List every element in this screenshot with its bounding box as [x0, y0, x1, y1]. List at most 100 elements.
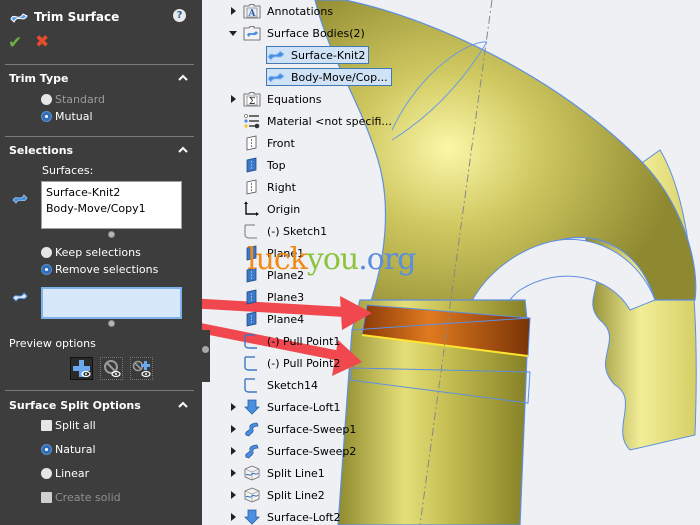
- tree-item[interactable]: Split Line2: [243, 486, 325, 504]
- tree-item[interactable]: Sketch14: [243, 376, 318, 394]
- expand-triangle-right-icon[interactable]: [231, 469, 236, 477]
- tree-item[interactable]: (-) Pull Point1: [243, 332, 340, 350]
- split-line-icon: [243, 465, 261, 481]
- expand-triangle-right-icon[interactable]: [231, 425, 236, 433]
- equations-folder-icon: Σ: [243, 91, 261, 107]
- checkbox[interactable]: [41, 420, 52, 431]
- pieces-selection-box[interactable]: [41, 287, 182, 319]
- plus-eye-icon: [73, 360, 91, 378]
- checkbox-create-solid[interactable]: Create solid: [41, 491, 121, 504]
- tree-item[interactable]: Material <not specifi...: [243, 112, 392, 130]
- chevron-up-icon[interactable]: [178, 400, 188, 410]
- list-item[interactable]: Body-Move/Copy1: [46, 201, 177, 217]
- show-excluded-surfaces-button[interactable]: [100, 357, 123, 380]
- surfaces-listbox[interactable]: Surface-Knit2 Body-Move/Copy1: [41, 181, 182, 229]
- help-icon[interactable]: ?: [173, 9, 186, 22]
- tree-item[interactable]: (-) Sketch1: [243, 222, 327, 240]
- svg-text:A: A: [248, 9, 257, 19]
- sketch-icon: [243, 223, 261, 239]
- show-included-excluded-button[interactable]: [130, 357, 153, 380]
- plane-icon: [243, 179, 261, 195]
- resize-handle[interactable]: [108, 231, 115, 238]
- tree-item-label: Split Line2: [267, 488, 325, 502]
- radio-keep-selections[interactable]: Keep selections: [41, 246, 141, 259]
- tree-item[interactable]: Surface-Sweep1: [243, 420, 356, 438]
- tree-item-label: Top: [267, 158, 286, 172]
- ok-button[interactable]: ✔: [8, 33, 22, 53]
- expand-triangle-down-icon[interactable]: [229, 31, 237, 36]
- tree-item[interactable]: Σ Equations: [243, 90, 321, 108]
- tree-item[interactable]: Body-Move/Cop...: [266, 68, 392, 86]
- tree-item[interactable]: Plane3: [243, 288, 304, 306]
- radio-button[interactable]: [41, 444, 52, 455]
- sketch-icon: [243, 377, 261, 393]
- divider: [5, 136, 194, 137]
- sketch-icon: [243, 355, 261, 371]
- tree-item[interactable]: Split Line1: [243, 464, 325, 482]
- divider: [5, 64, 194, 65]
- tree-item[interactable]: Surface-Sweep2: [243, 442, 356, 460]
- resize-handle[interactable]: [108, 320, 115, 327]
- surface-body-icon: [267, 69, 285, 85]
- trim-type-header[interactable]: Trim Type: [9, 72, 69, 85]
- radio-button[interactable]: [41, 247, 52, 258]
- tree-item[interactable]: Surface-Loft1: [243, 398, 341, 416]
- divider: [5, 390, 194, 391]
- tree-item[interactable]: Plane4: [243, 310, 304, 328]
- material-icon: [243, 113, 261, 129]
- expand-triangle-right-icon[interactable]: [231, 491, 236, 499]
- plane-icon: [243, 135, 261, 151]
- expand-triangle-right-icon[interactable]: [231, 447, 236, 455]
- expand-triangle-right-icon[interactable]: [231, 403, 236, 411]
- tree-item[interactable]: (-) Pull Point2: [243, 354, 340, 372]
- tree-item-label: Plane4: [267, 312, 305, 326]
- tree-item[interactable]: Surface Bodies(2): [243, 24, 365, 42]
- loft-icon: [243, 399, 261, 415]
- origin-icon: [243, 201, 261, 217]
- tree-item-label: Surface-Loft1: [267, 400, 341, 414]
- tree-item-label: Plane3: [267, 290, 305, 304]
- tree-item[interactable]: Surface-Knit2: [266, 46, 370, 64]
- cancel-button[interactable]: ✖: [35, 32, 49, 52]
- surface-body-icon: [267, 47, 285, 63]
- checkbox[interactable]: [41, 492, 52, 503]
- tree-item[interactable]: Front: [243, 134, 295, 152]
- list-item[interactable]: Surface-Knit2: [46, 185, 177, 201]
- tree-item[interactable]: Right: [243, 178, 296, 196]
- sketch-icon: [243, 333, 261, 349]
- annotations-folder-icon: A: [243, 3, 261, 19]
- tree-item[interactable]: A Annotations: [243, 2, 333, 20]
- tree-item[interactable]: Origin: [243, 200, 300, 218]
- radio-mutual[interactable]: Mutual: [41, 110, 93, 123]
- split-line-icon: [243, 487, 261, 503]
- show-included-surfaces-button[interactable]: [70, 357, 93, 380]
- expand-triangle-right-icon[interactable]: [231, 7, 236, 15]
- tree-item[interactable]: Surface-Loft2: [243, 508, 341, 525]
- tree-item-label: Surface Bodies(2): [267, 26, 365, 40]
- radio-button[interactable]: [41, 94, 52, 105]
- expand-triangle-right-icon[interactable]: [231, 95, 236, 103]
- expand-triangle-right-icon[interactable]: [231, 513, 236, 521]
- surface-split-options-header[interactable]: Surface Split Options: [9, 399, 141, 412]
- plane-icon: [243, 311, 261, 327]
- selections-header[interactable]: Selections: [9, 144, 73, 157]
- radio-button[interactable]: [41, 468, 52, 479]
- tree-item-label: Right: [267, 180, 296, 194]
- radio-linear[interactable]: Linear: [41, 467, 89, 480]
- radio-natural[interactable]: Natural: [41, 443, 96, 456]
- tree-item-label: Sketch14: [267, 378, 319, 392]
- checkbox-split-all[interactable]: Split all: [41, 419, 96, 432]
- tree-item-label: Front: [267, 136, 295, 150]
- radio-button[interactable]: [41, 111, 52, 122]
- radio-button[interactable]: [41, 264, 52, 275]
- radio-remove-selections[interactable]: Remove selections: [41, 263, 158, 276]
- tree-item[interactable]: Top: [243, 156, 286, 174]
- tree-item-label: Surface-Sweep1: [267, 422, 357, 436]
- radio-standard[interactable]: Standard: [41, 93, 105, 106]
- tree-item-label: Equations: [267, 92, 322, 106]
- panel-splitter-handle[interactable]: [202, 346, 209, 353]
- loft-icon: [243, 509, 261, 525]
- chevron-up-icon[interactable]: [178, 145, 188, 155]
- tree-item-label: Surface-Loft2: [267, 510, 341, 524]
- chevron-up-icon[interactable]: [178, 73, 188, 83]
